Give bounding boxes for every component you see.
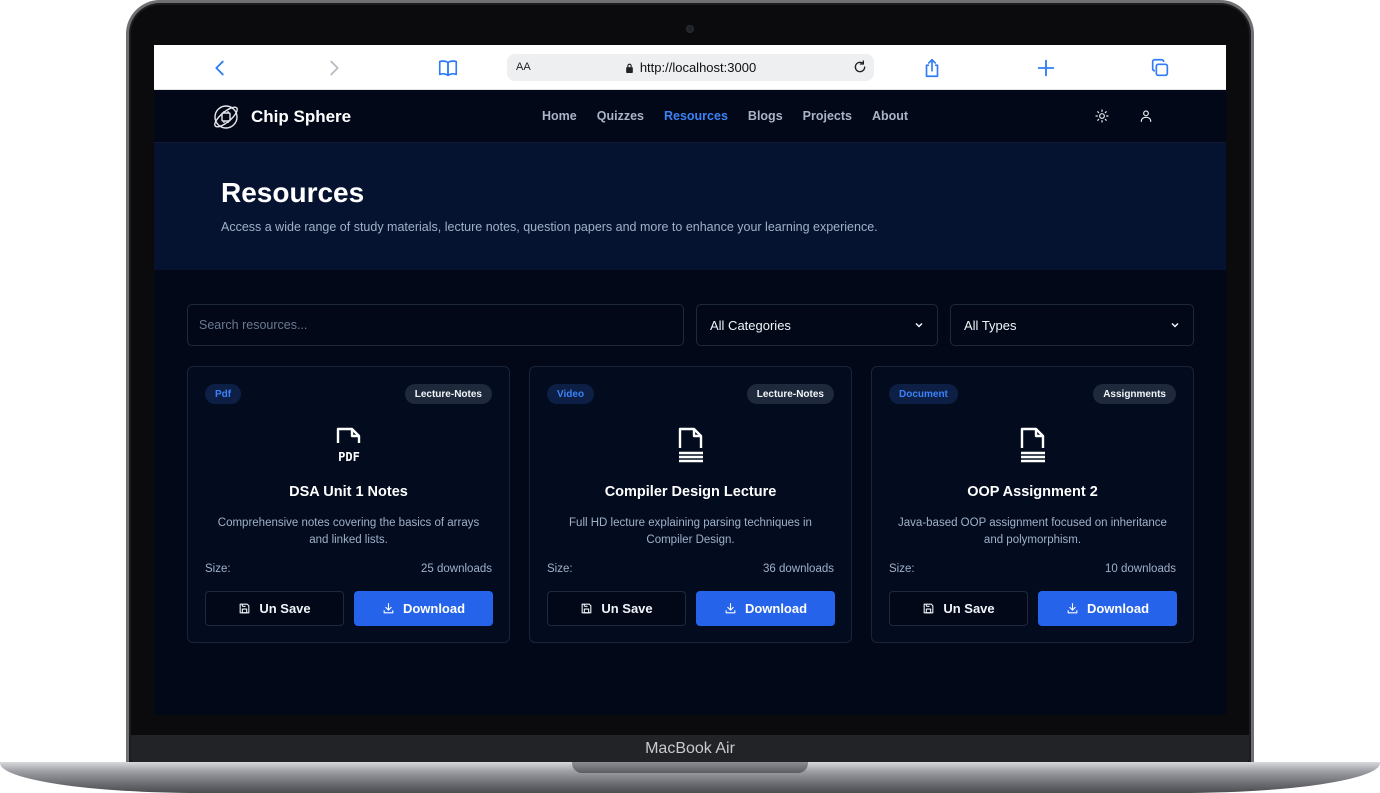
device-label: MacBook Air (645, 740, 735, 757)
card-downloads: 36 downloads (763, 563, 834, 575)
nav-blogs[interactable]: Blogs (748, 109, 783, 123)
type-badge: Document (889, 384, 958, 404)
tabs-icon (1151, 58, 1169, 77)
save-icon (239, 603, 250, 614)
share-button[interactable] (919, 55, 945, 81)
download-icon (1067, 603, 1078, 614)
unsave-button[interactable]: Un Save (889, 591, 1028, 626)
user-icon[interactable] (1138, 108, 1154, 124)
download-button[interactable]: Download (354, 591, 493, 626)
card-title: OOP Assignment 2 (967, 484, 1098, 500)
url-display: http://localhost:3000 (507, 60, 874, 75)
share-icon (925, 58, 939, 78)
chevron-down-icon (1171, 322, 1179, 328)
pdf-file-icon: PDF (336, 427, 361, 464)
svg-text:PDF: PDF (338, 450, 360, 464)
page-subtitle: Access a wide range of study materials, … (221, 220, 878, 234)
camera-dot (686, 25, 694, 33)
nav-home[interactable]: Home (542, 109, 577, 123)
card-description: Java-based OOP assignment focused on inh… (898, 517, 1167, 546)
card-description: Full HD lecture explaining parsing techn… (569, 517, 812, 546)
unsave-label: Un Save (943, 601, 995, 616)
laptop-chin: MacBook Air (131, 735, 1249, 763)
nav-quizzes[interactable]: Quizzes (597, 109, 644, 123)
unsave-button[interactable]: Un Save (547, 591, 686, 626)
download-label: Download (744, 601, 808, 616)
card-title: DSA Unit 1 Notes (289, 484, 408, 500)
resource-card: Video Lecture-Notes Compiler Design Lect… (529, 366, 852, 643)
category-select-value: All Categories (710, 317, 791, 333)
url-text: http://localhost:3000 (639, 60, 757, 75)
browser-toolbar: AA http://localhost:3000 (154, 45, 1226, 90)
tabs-overview-button[interactable] (1147, 55, 1173, 81)
chevron-down-icon (915, 322, 923, 328)
card-size: Size: (889, 563, 915, 575)
back-button[interactable] (207, 55, 233, 81)
forward-button[interactable] (321, 55, 347, 81)
chip-logo-icon (214, 105, 238, 129)
nav-projects[interactable]: Projects (803, 109, 852, 123)
card-title: Compiler Design Lecture (604, 484, 777, 500)
brand-name: Chip Sphere (251, 107, 352, 126)
card-description: Comprehensive notes covering the basics … (217, 517, 480, 546)
reload-icon[interactable] (852, 59, 868, 75)
unsave-label: Un Save (601, 601, 653, 616)
nav-about[interactable]: About (872, 109, 908, 123)
page-title: Resources (221, 177, 365, 208)
site-navbar: Chip Sphere Home Quizzes Resources Blogs… (154, 90, 1226, 143)
category-badge: Lecture-Notes (404, 384, 492, 404)
unsave-label: Un Save (259, 601, 311, 616)
hero-section: Resources Access a wide range of study m… (154, 143, 1226, 270)
chevron-right-icon (330, 60, 339, 76)
document-file-icon (1020, 427, 1045, 463)
unsave-button[interactable]: Un Save (205, 591, 344, 626)
resource-card: Document Assignments OOP Assignment 2 Ja… (871, 366, 1194, 643)
bookmarks-button[interactable] (435, 55, 461, 81)
card-size: Size: (205, 563, 231, 575)
lock-icon (625, 63, 633, 73)
category-select[interactable]: All Categories (696, 304, 938, 346)
download-icon (383, 603, 394, 614)
card-downloads: 10 downloads (1105, 563, 1176, 575)
type-select[interactable]: All Types (950, 304, 1194, 346)
type-select-value: All Types (964, 317, 1017, 333)
save-icon (581, 603, 592, 614)
screen: AA http://localhost:3000 Chip Sphere Hom… (154, 45, 1226, 715)
card-downloads: 25 downloads (421, 563, 492, 575)
nav-resources[interactable]: Resources (664, 109, 728, 123)
type-badge: Pdf (205, 384, 242, 404)
download-icon (725, 603, 736, 614)
download-button[interactable]: Download (696, 591, 835, 626)
chevron-left-icon (215, 60, 224, 76)
download-label: Download (1086, 601, 1150, 616)
new-tab-button[interactable] (1033, 55, 1059, 81)
card-size: Size: (547, 563, 573, 575)
download-button[interactable]: Download (1038, 591, 1177, 626)
laptop-notch (572, 762, 808, 773)
nav-links: Home Quizzes Resources Blogs Projects Ab… (542, 109, 908, 123)
type-badge: Video (547, 384, 595, 404)
download-label: Download (402, 601, 466, 616)
category-badge: Lecture-Notes (746, 384, 834, 404)
book-icon (438, 60, 458, 77)
search-input[interactable] (187, 304, 684, 346)
plus-icon (1037, 59, 1055, 77)
save-icon (923, 603, 934, 614)
address-bar[interactable]: AA http://localhost:3000 (507, 54, 874, 81)
document-file-icon (678, 427, 703, 463)
sun-icon[interactable] (1094, 108, 1110, 124)
resource-card: Pdf Lecture-Notes PDF DSA Unit 1 Notes C… (187, 366, 510, 643)
category-badge: Assignments (1093, 384, 1176, 404)
brand-link[interactable]: Chip Sphere (211, 102, 351, 132)
